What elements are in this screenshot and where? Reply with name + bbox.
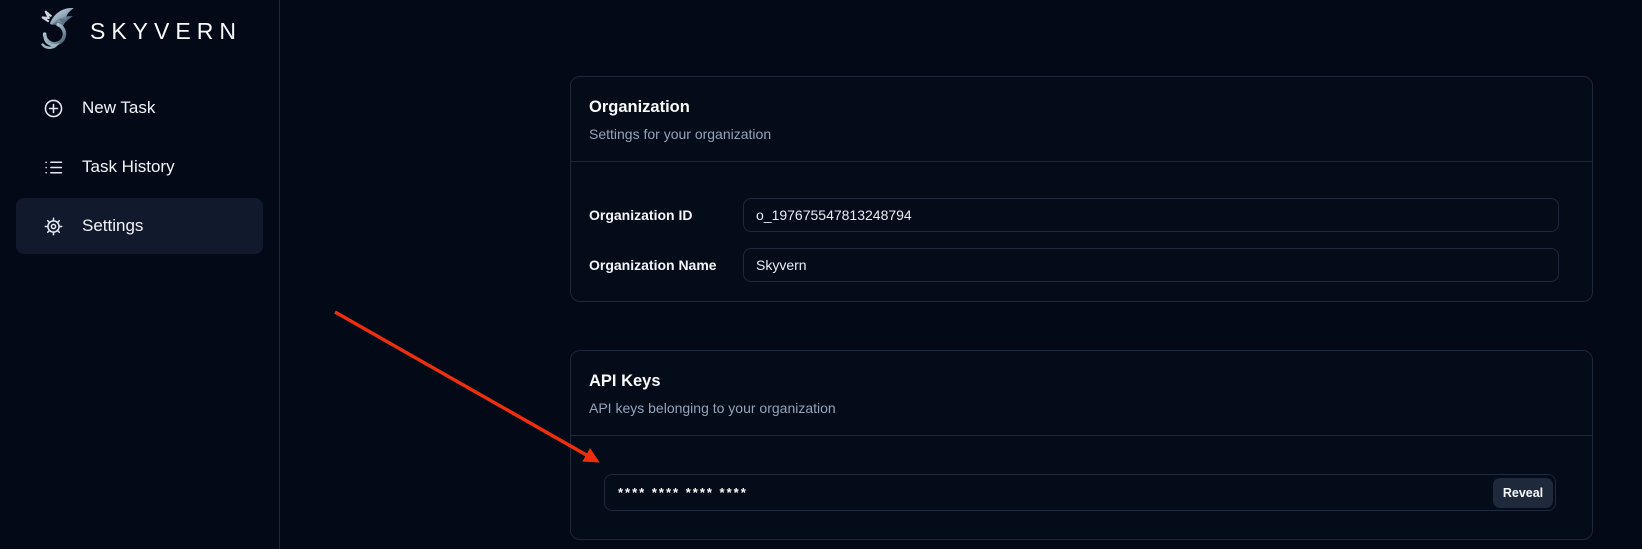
card-title: API Keys [589,370,1574,392]
organization-id-input[interactable] [743,198,1559,232]
skyvern-dragon-logo [28,6,78,56]
sidebar-item-label: Settings [82,216,143,236]
organization-id-row: Organization ID [589,198,1559,232]
brand[interactable]: SKYVERN [0,0,279,58]
organization-name-label: Organization Name [589,257,743,273]
sidebar-item-new-task[interactable]: New Task [16,80,263,136]
sidebar-item-label: Task History [82,157,175,177]
api-key-masked-value: **** **** **** **** [618,475,748,510]
main-content: Organization Settings for your organizat… [280,0,1642,549]
api-keys-card: API Keys API keys belonging to your orga… [570,350,1593,540]
circle-plus-icon [43,98,64,119]
card-title: Organization [589,96,1574,118]
sidebar-item-task-history[interactable]: Task History [16,139,263,195]
list-icon [43,157,64,178]
organization-card-content: Organization ID Organization Name [571,162,1592,282]
sidebar-nav: New Task Task History [0,80,279,254]
organization-card: Organization Settings for your organizat… [570,76,1593,302]
brand-name: SKYVERN [90,18,242,45]
api-keys-card-content: **** **** **** **** Reveal [571,436,1592,511]
organization-name-row: Organization Name [589,248,1559,282]
gear-icon [43,216,64,237]
sidebar: SKYVERN New Task Task History [0,0,280,549]
sidebar-item-settings[interactable]: Settings [16,198,263,254]
sidebar-item-label: New Task [82,98,155,118]
api-keys-card-header: API Keys API keys belonging to your orga… [571,351,1592,436]
organization-name-input[interactable] [743,248,1559,282]
card-subtitle: Settings for your organization [589,125,1574,143]
organization-card-header: Organization Settings for your organizat… [571,77,1592,162]
reveal-button[interactable]: Reveal [1493,478,1553,508]
organization-id-label: Organization ID [589,207,743,223]
card-subtitle: API keys belonging to your organization [589,399,1574,417]
api-key-field[interactable]: **** **** **** **** Reveal [604,474,1556,511]
